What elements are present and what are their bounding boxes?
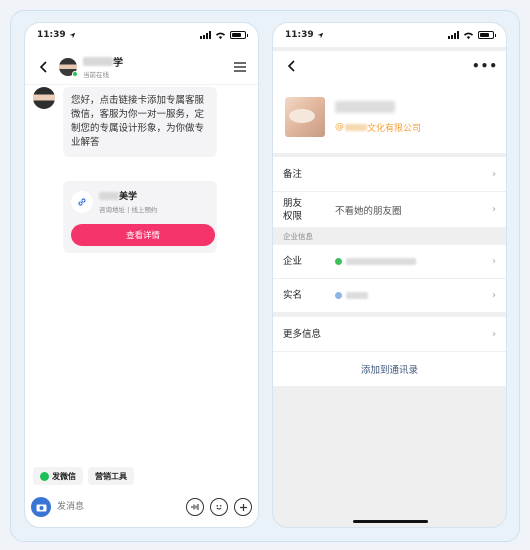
- menu-icon: [234, 61, 246, 72]
- back-button[interactable]: [281, 55, 303, 77]
- voice-button[interactable]: [186, 498, 204, 516]
- chat-screen: 11:39 学 当前在线 您好，点击链接卡添加专属客服微信，客服为你一对一服务，…: [24, 22, 259, 528]
- link-icon: [71, 190, 93, 213]
- chip-label: 营销工具: [95, 471, 127, 481]
- message-input[interactable]: [57, 496, 180, 518]
- online-status: 当前在线: [83, 71, 109, 79]
- link-card[interactable]: 美学 咨询地址 | 线上预约 查看详情: [63, 181, 217, 253]
- real-name-row[interactable]: 实名 ›: [273, 279, 506, 312]
- profile-photo[interactable]: [285, 97, 325, 137]
- plus-button[interactable]: [234, 498, 252, 516]
- send-wechat-chip[interactable]: 发微信: [33, 467, 83, 485]
- online-dot: [72, 70, 78, 77]
- id-icon: [335, 292, 342, 299]
- chat-title-text: 学: [113, 58, 123, 69]
- redacted-enterprise: [346, 258, 416, 265]
- emoji-button[interactable]: [210, 498, 228, 516]
- status-time: 11:39: [37, 30, 66, 40]
- add-to-contacts-button[interactable]: 添加到通讯录: [273, 352, 506, 386]
- chevron-right-icon: ›: [492, 168, 496, 180]
- signal-icon: [200, 31, 211, 39]
- more-icon[interactable]: •••: [472, 59, 498, 73]
- marketing-tools-chip[interactable]: 营销工具: [88, 467, 134, 485]
- friend-permission-value: 不看她的朋友圈: [335, 205, 402, 217]
- enterprise-section-header: 企业信息: [273, 227, 506, 245]
- chevron-right-icon: ›: [492, 328, 496, 340]
- company-text: 文化有限公司: [367, 123, 422, 134]
- card-subtitle: 咨询地址 | 线上预约: [99, 206, 158, 214]
- location-arrow-icon: [69, 32, 75, 38]
- contact-avatar[interactable]: [59, 57, 78, 77]
- chip-label: 发微信: [52, 471, 76, 481]
- camera-icon: [36, 504, 46, 511]
- battery-icon: [230, 31, 248, 39]
- camera-button[interactable]: [31, 497, 51, 517]
- back-icon: [287, 60, 295, 72]
- redacted-company: [345, 123, 367, 131]
- wifi-icon: [463, 32, 474, 39]
- status-bar: 11:39: [25, 23, 258, 47]
- profile-card: @ 文化有限公司: [273, 81, 506, 153]
- row-label: 备注: [283, 168, 303, 180]
- quick-actions: 发微信 营销工具: [33, 467, 134, 485]
- status-time: 11:39: [285, 30, 314, 40]
- status-bar: 11:39: [273, 23, 506, 47]
- wifi-icon: [215, 32, 226, 39]
- wechat-icon: [40, 471, 49, 481]
- chat-title: 学: [83, 54, 230, 69]
- battery-icon: [478, 31, 496, 39]
- enterprise-row[interactable]: 企业 ›: [273, 245, 506, 278]
- chevron-right-icon: ›: [492, 256, 496, 267]
- redacted-real-name: [346, 292, 368, 299]
- back-button[interactable]: [33, 56, 55, 78]
- friend-permission-row[interactable]: 朋友 权限 不看她的朋友圈 ›: [273, 192, 506, 227]
- redacted-name: [83, 57, 113, 66]
- verified-icon: [335, 258, 342, 265]
- message-row: 您好，点击链接卡添加专属客服微信，客服为你一对一服务，定制您的专属设计形象，为你…: [33, 87, 217, 157]
- row-label: 实名: [283, 290, 303, 301]
- profile-screen: 11:39 ••• @ 文化有限公司 备注 › 朋友 权限 不看她的朋友圈 › …: [272, 22, 507, 528]
- signal-icon: [448, 31, 459, 39]
- chevron-right-icon: ›: [492, 290, 496, 301]
- location-arrow-icon: [317, 32, 323, 38]
- remark-row[interactable]: 备注 ›: [273, 157, 506, 191]
- plus-icon: [239, 503, 247, 511]
- profile-nav: •••: [273, 51, 506, 81]
- input-bar: [31, 495, 252, 519]
- redacted-card-name: [99, 191, 119, 200]
- row-label: 企业: [283, 256, 303, 267]
- more-info-row[interactable]: 更多信息 ›: [273, 317, 506, 351]
- redacted-profile-name: [335, 100, 395, 113]
- chat-header: 学 当前在线: [25, 49, 258, 85]
- message-bubble: 您好，点击链接卡添加专属客服微信，客服为你一对一服务，定制您的专属设计形象，为你…: [63, 87, 217, 157]
- emoji-icon: [216, 505, 222, 510]
- row-label: 更多信息: [283, 328, 322, 340]
- view-details-button[interactable]: 查看详情: [71, 224, 215, 246]
- voice-icon: [190, 504, 199, 510]
- back-icon: [39, 60, 47, 73]
- chevron-right-icon: ›: [492, 204, 496, 215]
- row-label: 朋友 权限: [283, 197, 303, 222]
- card-title: 美学: [99, 189, 157, 202]
- profile-company: @ 文化有限公司: [335, 122, 422, 134]
- card-title-text: 美学: [119, 192, 138, 202]
- sender-avatar[interactable]: [33, 87, 55, 109]
- home-indicator[interactable]: [353, 520, 428, 523]
- menu-button[interactable]: [230, 57, 250, 77]
